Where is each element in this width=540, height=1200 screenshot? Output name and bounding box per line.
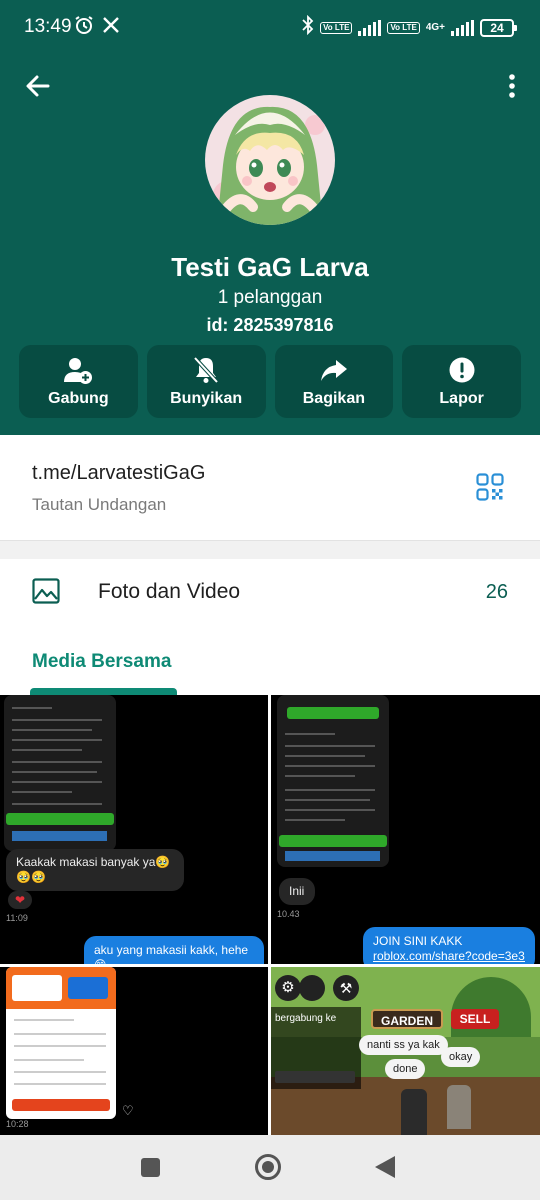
back-arrow-icon[interactable] — [22, 70, 54, 102]
share-label: Bagikan — [302, 390, 365, 407]
signal-icon-2 — [451, 19, 474, 36]
unmute-label: Bunyikan — [170, 390, 243, 407]
share-arrow-icon — [320, 360, 347, 381]
media-thumbnail-3[interactable]: ♡ 10:28 — [0, 967, 268, 1135]
chat-overlay: bergabung ke — [271, 1007, 361, 1089]
heart-reaction-icon: ❤ — [8, 891, 32, 909]
tools-icon: ⚒ — [333, 975, 359, 1001]
chat-time: 10:28 — [6, 1119, 29, 1129]
game-chat-bubble: okay — [441, 1047, 481, 1067]
home-icon[interactable] — [255, 1154, 281, 1180]
alarm-icon — [74, 15, 94, 40]
screenshot-card — [277, 695, 389, 867]
garden-button: GARDEN — [371, 1009, 443, 1029]
bluetooth-icon — [302, 14, 314, 40]
screenshot-card — [6, 967, 116, 1119]
report-button[interactable]: Lapor — [402, 345, 521, 418]
photo-icon — [32, 577, 60, 610]
photos-videos-count: 26 — [485, 581, 508, 603]
action-bar: Gabung Bunyikan Bagikan Lapor — [19, 345, 521, 418]
chat-bubble-outgoing: aku yang makasii kakk, hehe 😁 — [84, 936, 264, 964]
invite-link-row[interactable]: t.me/LarvatestiGaG Tautan Undangan — [0, 435, 540, 540]
tab-shared-media[interactable]: Media Bersama — [32, 651, 171, 673]
signal-icon — [358, 19, 382, 36]
network-type: 4G+ — [425, 22, 445, 33]
chat-time: 11:09 — [6, 913, 28, 923]
unmute-button[interactable]: Bunyikan — [146, 345, 266, 418]
channel-header: 13:49 Vo LTE Vo LTE 4G+ 24 Testi GaG Lar… — [0, 0, 540, 435]
status-bar: 13:49 Vo LTE Vo LTE 4G+ 24 — [0, 0, 540, 56]
share-button[interactable]: Bagikan — [274, 345, 394, 418]
alert-icon — [449, 357, 475, 383]
tab-indicator — [30, 688, 177, 695]
chat-bubble-incoming: Kaakak makasi banyak ya🥹🥹🥹 — [6, 849, 184, 891]
recent-apps-icon[interactable] — [141, 1158, 160, 1177]
section-divider — [0, 540, 540, 559]
game-chat-bubble: done — [385, 1059, 426, 1079]
channel-id: id: 2825397816 — [206, 315, 334, 335]
qr-code-icon[interactable] — [476, 473, 504, 506]
photos-videos-label[interactable]: Foto dan Video — [98, 580, 240, 604]
invite-link-caption: Tautan Undangan — [32, 495, 167, 514]
back-triangle-icon[interactable] — [375, 1156, 395, 1178]
add-person-icon — [64, 358, 93, 384]
avatar-character — [401, 1089, 427, 1135]
heart-icon: ♡ — [122, 1103, 134, 1118]
avatar-character — [447, 1085, 471, 1129]
media-grid: Kaakak makasi banyak ya🥹🥹🥹 ❤ 11:09 aku y… — [0, 695, 540, 1135]
media-thumbnail-1[interactable]: Kaakak makasi banyak ya🥹🥹🥹 ❤ 11:09 aku y… — [0, 695, 268, 964]
roblox-link: roblox.com/share?code=3e3... — [373, 949, 525, 963]
chat-bubble-outgoing: JOIN SINI KAKK roblox.com/share?code=3e3… — [363, 927, 535, 964]
settings-gear-icon: ⚙ — [275, 975, 301, 1001]
media-section: Foto dan Video 26 Media Bersama — [0, 559, 540, 695]
bell-off-icon — [193, 356, 219, 384]
more-options-icon[interactable] — [504, 70, 520, 102]
system-nav-bar — [0, 1135, 540, 1200]
volte-badge-2: Vo LTE — [387, 21, 420, 34]
subscriber-count: 1 pelanggan — [217, 287, 323, 308]
join-text: JOIN SINI KAKK — [373, 934, 463, 948]
channel-title: Testi GaG Larva — [171, 252, 369, 282]
battery-indicator: 24 — [480, 18, 517, 37]
backpack-icon — [299, 975, 325, 1001]
chat-time: 10.43 — [277, 909, 300, 919]
sell-button: SELL — [451, 1009, 499, 1029]
report-label: Lapor — [439, 390, 484, 407]
volte-badge: Vo LTE — [320, 21, 353, 34]
join-label: Gabung — [48, 390, 109, 407]
channel-avatar[interactable] — [205, 95, 335, 225]
game-chat-bubble: nanti ss ya kak — [359, 1035, 448, 1055]
status-time: 13:49 — [24, 16, 72, 37]
media-thumbnail-2[interactable]: Inii 10.43 JOIN SINI KAKK roblox.com/sha… — [271, 695, 540, 964]
chat-bubble-incoming: Inii — [279, 878, 315, 905]
join-button[interactable]: Gabung — [19, 345, 138, 418]
join-game-text: bergabung ke — [275, 1013, 337, 1024]
x-app-icon — [102, 16, 120, 39]
invite-link[interactable]: t.me/LarvatestiGaG — [32, 462, 205, 485]
screenshot-card — [4, 695, 116, 851]
media-thumbnail-4[interactable]: ⚙ ⚒ bergabung ke GARDEN SELL nanti ss ya… — [271, 967, 540, 1135]
